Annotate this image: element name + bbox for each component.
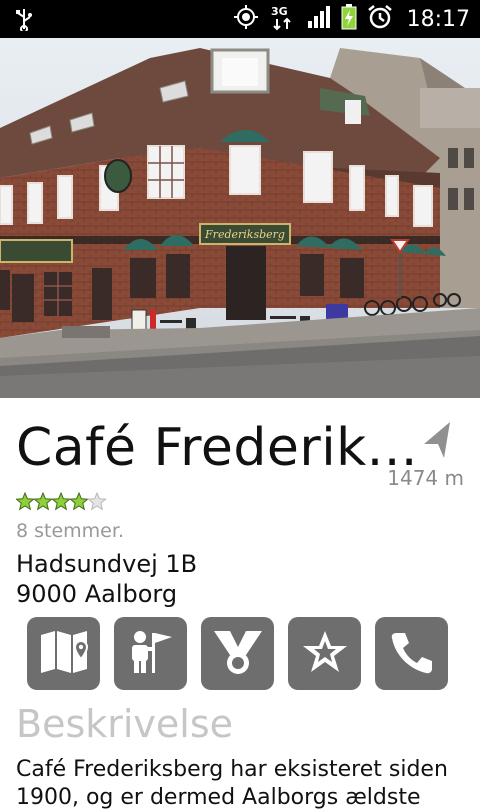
votes-count: 8 stemmer. xyxy=(16,520,124,542)
map-button[interactable] xyxy=(27,617,100,690)
network-label: 3G xyxy=(271,5,288,18)
usb-icon xyxy=(14,7,34,35)
badge-icon xyxy=(212,627,264,681)
guide-icon xyxy=(126,627,176,681)
battery-icon xyxy=(341,4,357,34)
map-icon xyxy=(39,629,89,679)
alarm-icon xyxy=(367,4,393,34)
star-icon-group xyxy=(16,492,107,511)
favorite-button[interactable] xyxy=(288,617,361,690)
guide-button[interactable] xyxy=(114,617,187,690)
status-time: 18:17 xyxy=(406,6,470,32)
place-title: Café Frederik... xyxy=(16,418,418,478)
star-filled-icon xyxy=(69,492,89,511)
rating-stars xyxy=(16,492,108,512)
network-3g-icon: 3G xyxy=(269,3,297,35)
description-title: Beskrivelse xyxy=(16,702,234,746)
star-filled-icon xyxy=(33,492,53,511)
call-button[interactable] xyxy=(375,617,448,690)
address-street: Hadsundvej 1B xyxy=(16,550,198,578)
favorite-star-icon xyxy=(301,628,349,680)
navigation-arrow-icon[interactable] xyxy=(420,420,454,464)
status-bar: 3G 18:17 xyxy=(0,0,480,38)
gps-icon xyxy=(233,4,259,34)
signal-icon xyxy=(307,5,331,33)
star-empty-icon xyxy=(87,492,107,511)
address-city: 9000 Aalborg xyxy=(16,580,178,608)
phone-icon xyxy=(389,629,435,679)
description-text: Café Frederiksberg har eksisteret siden … xyxy=(16,757,448,810)
action-bar xyxy=(27,617,448,690)
place-photo[interactable]: Frederiksberg xyxy=(0,38,480,398)
distance-label: 1474 m xyxy=(387,466,464,490)
badge-button[interactable] xyxy=(201,617,274,690)
photo-sign-text: Frederiksberg xyxy=(204,228,285,241)
star-filled-icon xyxy=(51,492,71,511)
star-filled-icon xyxy=(16,492,35,511)
